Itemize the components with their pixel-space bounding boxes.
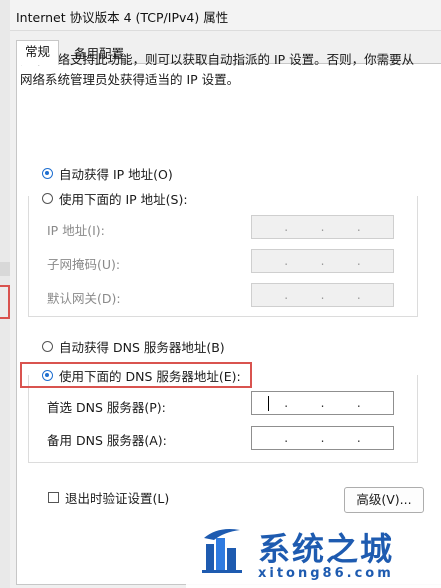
- advanced-button[interactable]: 高级(V)...: [344, 487, 424, 513]
- city-logo-icon: [202, 529, 242, 573]
- ip-dot: .: [356, 254, 361, 268]
- tab-general[interactable]: 常规: [16, 40, 60, 65]
- default-gateway-input: ...: [251, 283, 394, 307]
- ip-address-label: IP 地址(I):: [47, 223, 105, 238]
- ip-dot: .: [356, 396, 361, 410]
- watermark-url: xitong86.com: [258, 566, 394, 581]
- validate-on-exit-checkbox[interactable]: 退出时验证设置(L): [48, 488, 169, 507]
- background-fragment: [0, 262, 10, 276]
- radio-selected-icon: [42, 370, 53, 381]
- watermark-brand: 系统之城: [258, 530, 395, 568]
- ip-address-input: ...: [251, 215, 394, 239]
- ip-dot: .: [284, 254, 289, 268]
- ip-dot: .: [284, 431, 289, 445]
- checkbox-icon: [48, 492, 59, 503]
- radio-selected-icon: [42, 168, 53, 179]
- alternate-dns-label: 备用 DNS 服务器(A):: [47, 433, 167, 448]
- radio-unselected-icon: [42, 193, 53, 204]
- manual-ip-radio[interactable]: 使用下面的 IP 地址(S):: [42, 189, 188, 208]
- ip-dot: .: [320, 254, 325, 268]
- ip-dot: .: [320, 431, 325, 445]
- manual-ip-label: 使用下面的 IP 地址(S):: [59, 192, 188, 207]
- background-highlight: [0, 285, 10, 319]
- manual-dns-label: 使用下面的 DNS 服务器地址(E):: [59, 369, 241, 384]
- ip-dot: .: [320, 396, 325, 410]
- auto-dns-label: 自动获得 DNS 服务器地址(B): [59, 340, 225, 355]
- ip-dot: .: [320, 220, 325, 234]
- subnet-mask-input: ...: [251, 249, 394, 273]
- default-gateway-label: 默认网关(D):: [47, 291, 121, 306]
- auto-ip-label: 自动获得 IP 地址(O): [59, 167, 173, 182]
- ip-dot: .: [356, 431, 361, 445]
- preferred-dns-input[interactable]: ...: [251, 391, 394, 415]
- auto-ip-radio[interactable]: 自动获得 IP 地址(O): [42, 164, 173, 183]
- auto-dns-radio[interactable]: 自动获得 DNS 服务器地址(B): [42, 337, 225, 356]
- preferred-dns-label: 首选 DNS 服务器(P):: [47, 400, 166, 415]
- ip-dot: .: [284, 396, 289, 410]
- watermark: 系统之城 xitong86.com: [186, 514, 441, 588]
- ip-dot: .: [284, 220, 289, 234]
- validate-on-exit-label: 退出时验证设置(L): [65, 491, 170, 506]
- manual-dns-radio[interactable]: 使用下面的 DNS 服务器地址(E):: [42, 366, 241, 385]
- intro-text: 如果网络支持此功能，则可以获取自动指派的 IP 设置。否则，你需要从网络系统管理…: [20, 52, 415, 87]
- radio-unselected-icon: [42, 341, 53, 352]
- title-bar[interactable]: Internet 协议版本 4 (TCP/IPv4) 属性: [10, 0, 441, 31]
- window-title: Internet 协议版本 4 (TCP/IPv4) 属性: [16, 10, 229, 25]
- alternate-dns-input[interactable]: ...: [251, 426, 394, 450]
- subnet-mask-label: 子网掩码(U):: [47, 257, 121, 272]
- ip-dot: .: [356, 288, 361, 302]
- text-caret: [268, 396, 269, 411]
- ip-dot: .: [356, 220, 361, 234]
- ip-dot: .: [320, 288, 325, 302]
- ip-dot: .: [284, 288, 289, 302]
